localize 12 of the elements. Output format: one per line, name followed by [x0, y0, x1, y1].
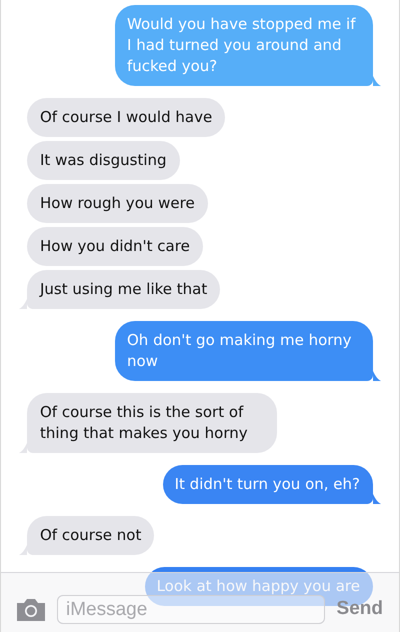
message-bubble: Of course I would have [27, 98, 226, 137]
bubble-tail-icon [373, 494, 381, 504]
camera-icon[interactable] [15, 597, 47, 621]
message-bubble: How you didn't care [27, 227, 203, 266]
bubble-tail-icon [373, 371, 381, 381]
message-bubble: How rough you were [27, 184, 208, 223]
bubble-tail-icon [19, 443, 27, 453]
message-field[interactable]: iMessage [57, 595, 325, 624]
bubble-tail-icon [19, 299, 27, 309]
message-bubble: It was disgusting [27, 141, 180, 180]
bubble-tail-icon [19, 545, 27, 555]
bubble-tail-icon [373, 76, 381, 86]
